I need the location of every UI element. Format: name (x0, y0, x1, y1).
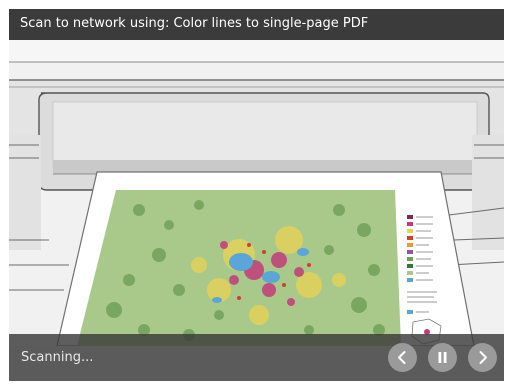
page-title: Scan to network using: Color lines to si… (20, 16, 369, 31)
scan-screen: Scan to network using: Color lines to si… (9, 9, 504, 381)
scan-status-text: Scanning... (21, 350, 94, 365)
pause-button[interactable] (428, 343, 457, 372)
chevron-right-icon (479, 351, 487, 364)
pause-icon (438, 352, 447, 363)
previous-button[interactable] (388, 343, 417, 372)
scanner-illustration (9, 40, 504, 347)
status-bar: Scanning... (9, 334, 504, 381)
chevron-left-icon (398, 351, 406, 364)
title-bar: Scan to network using: Color lines to si… (9, 9, 504, 40)
next-button[interactable] (468, 343, 497, 372)
